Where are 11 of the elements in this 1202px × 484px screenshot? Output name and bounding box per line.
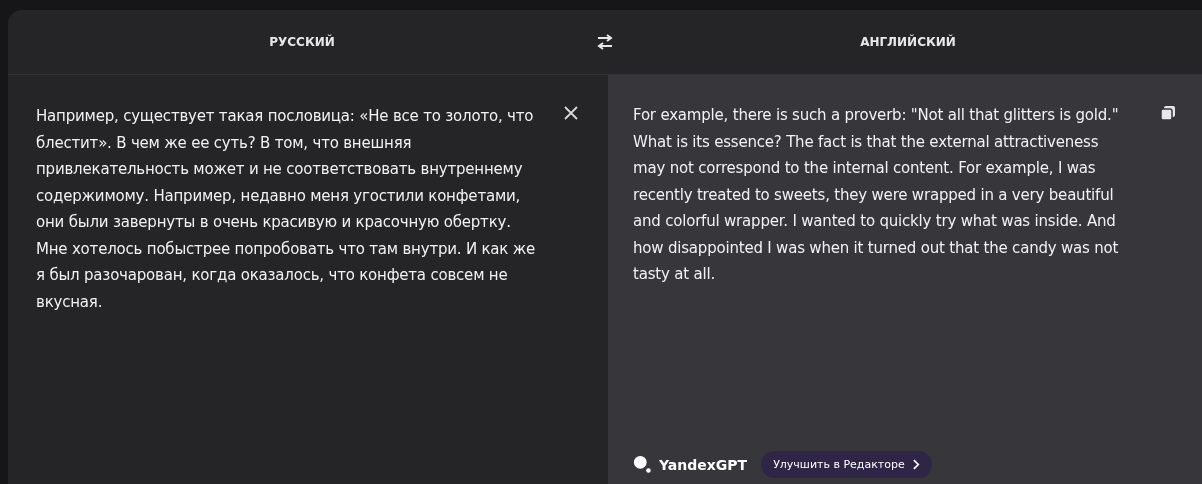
translation-text: For example, there is such a proverb: "Not all that glitters is gold." What is its essence? The fact is that the external attractiveness may not correspond to the internal content. For example, I was recently treated to sweets, they were wrapped in a very beautiful and colorful wrapper. I wanted to quickly try what was inside. And how disappointed I was when it turned out that the candy was not tasty at all. (633, 105, 1120, 285)
copy-icon[interactable] (1160, 105, 1176, 121)
brand-label: YandexGPT (659, 456, 748, 473)
source-text[interactable]: Например, существует такая пословица: «Не все то золото, что блестит». В чем же ее суть? В том, что внешняя привлекательность может и не соответствовать внутреннему содержимому. Например, недавно меня угостили конфетами, они были завернуты в очень красивую и красочную обертку. Мне хотелось побыстрее попробовать что там внутри. И как же я был разочарован, когда оказалось, что конфета совсем не вкусная. (36, 103, 546, 315)
target-language-tab[interactable]: АНГЛИЙСКИЙ (860, 35, 956, 49)
close-icon[interactable] (564, 106, 578, 120)
source-language-tab[interactable]: РУССКИЙ (269, 35, 335, 49)
yandexgpt-logo-icon (633, 454, 653, 475)
swap-icon[interactable] (596, 34, 614, 50)
improve-button[interactable]: Улучшить в Редакторе (761, 451, 932, 478)
chevron-icon (912, 459, 920, 470)
